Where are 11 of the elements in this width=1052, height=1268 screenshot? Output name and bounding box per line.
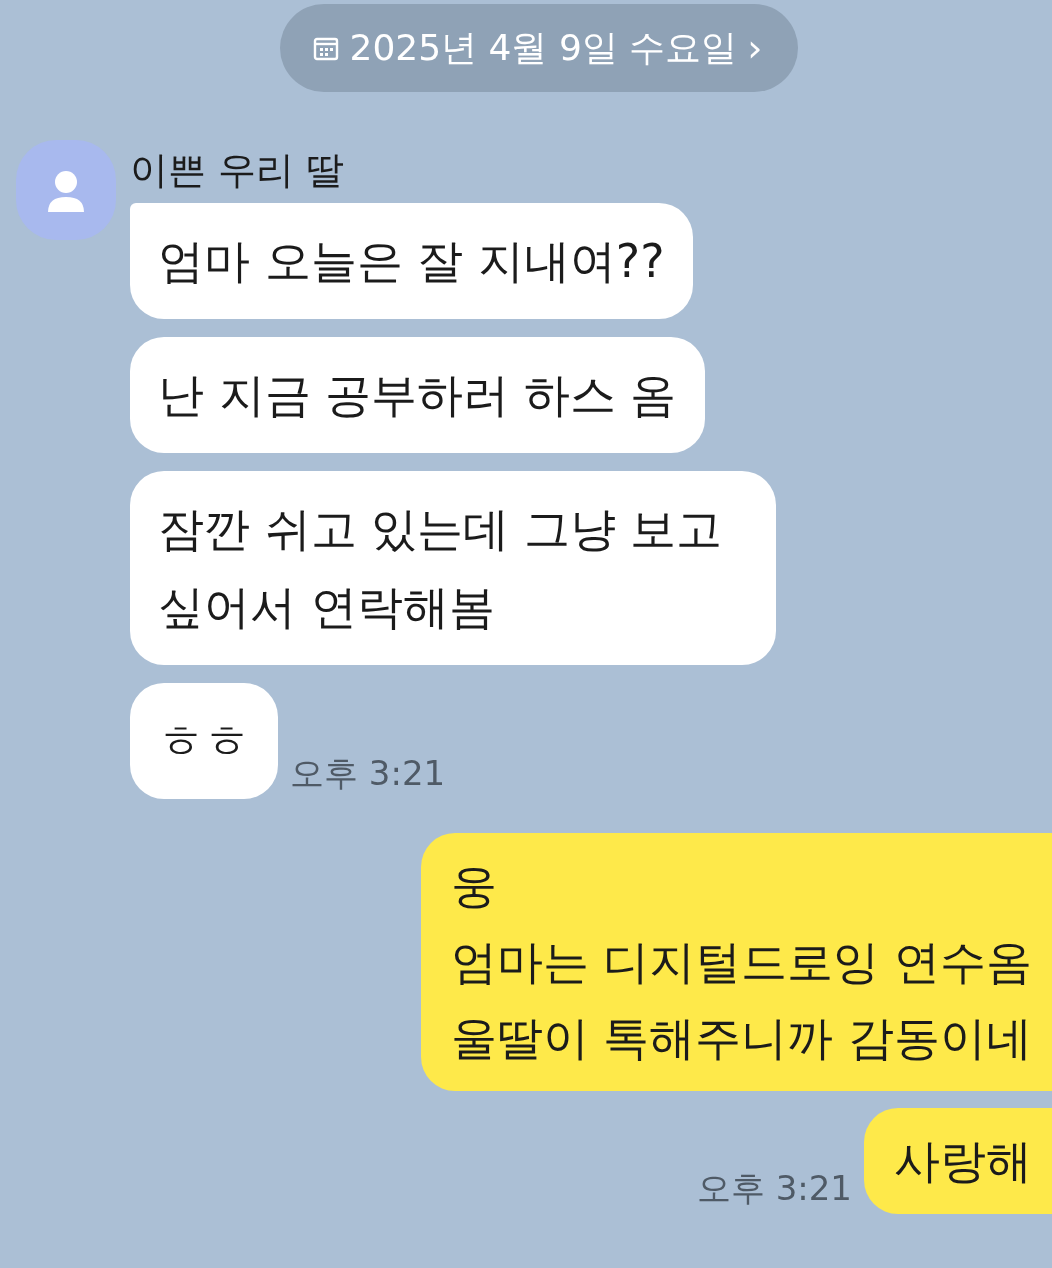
message-time: 오후 3:21 bbox=[696, 1167, 852, 1210]
message-time: 오후 3:21 bbox=[290, 752, 446, 795]
message-bubble: 웅 엄마는 디지털드로잉 연수옴 울딸이 톡해주니까 감동이네 bbox=[420, 833, 1052, 1091]
sender-name: 이쁜 우리 딸 bbox=[130, 147, 346, 194]
message-bubble: ㅎㅎ bbox=[130, 683, 278, 799]
message-bubble: 난 지금 공부하러 하스 옴 bbox=[130, 337, 705, 453]
message-bubble: 잠깐 쉬고 있는데 그냥 보고 싶어서 연락해봄 bbox=[130, 471, 776, 665]
message-bubble: 사랑해 bbox=[864, 1108, 1052, 1214]
date-chip[interactable]: 2025년 4월 9일 수요일 › bbox=[279, 4, 799, 92]
avatar[interactable] bbox=[16, 140, 116, 240]
message-bubble: 엄마 오늘은 잘 지내여?? bbox=[130, 203, 693, 319]
